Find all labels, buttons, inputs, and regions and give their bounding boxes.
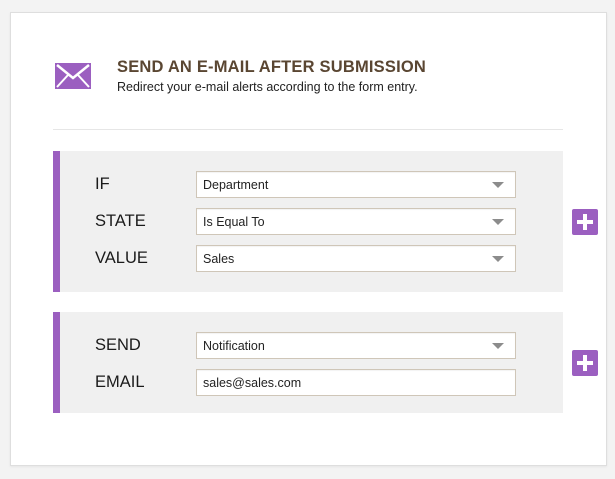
send-value: Notification <box>203 339 265 353</box>
value-row: VALUE Sales <box>60 245 563 272</box>
condition-block: IF Department STATE Is Equal To VALUE Sa… <box>53 151 563 292</box>
email-rule-card: SEND AN E-MAIL AFTER SUBMISSION Redirect… <box>10 12 607 466</box>
page-subtitle: Redirect your e-mail alerts according to… <box>117 80 418 94</box>
value-value: Sales <box>203 252 235 266</box>
chevron-down-icon <box>492 343 504 349</box>
send-row: SEND Notification <box>60 332 563 359</box>
state-label: STATE <box>95 212 146 230</box>
state-value: Is Equal To <box>203 215 265 229</box>
action-block: SEND Notification EMAIL sales@sales.com <box>53 312 563 413</box>
plus-icon-vertical <box>583 214 587 230</box>
email-row: EMAIL sales@sales.com <box>60 369 563 396</box>
add-action-button[interactable] <box>572 350 598 376</box>
chevron-down-icon <box>492 256 504 262</box>
email-label: EMAIL <box>95 373 145 391</box>
value-select[interactable]: Sales <box>196 245 516 272</box>
state-row: STATE Is Equal To <box>60 208 563 235</box>
if-field-select[interactable]: Department <box>196 171 516 198</box>
email-field-value: sales@sales.com <box>203 376 302 390</box>
value-label: VALUE <box>95 249 148 267</box>
if-field-value: Department <box>203 178 269 192</box>
envelope-icon <box>55 63 91 89</box>
header-divider <box>53 129 563 130</box>
chevron-down-icon <box>492 219 504 225</box>
plus-icon-vertical <box>583 355 587 371</box>
send-select[interactable]: Notification <box>196 332 516 359</box>
if-label: IF <box>95 175 110 193</box>
add-condition-button[interactable] <box>572 209 598 235</box>
chevron-down-icon <box>492 182 504 188</box>
if-row: IF Department <box>60 171 563 198</box>
email-field[interactable]: sales@sales.com <box>196 369 516 396</box>
page-title: SEND AN E-MAIL AFTER SUBMISSION <box>117 58 427 76</box>
state-select[interactable]: Is Equal To <box>196 208 516 235</box>
send-label: SEND <box>95 336 141 354</box>
